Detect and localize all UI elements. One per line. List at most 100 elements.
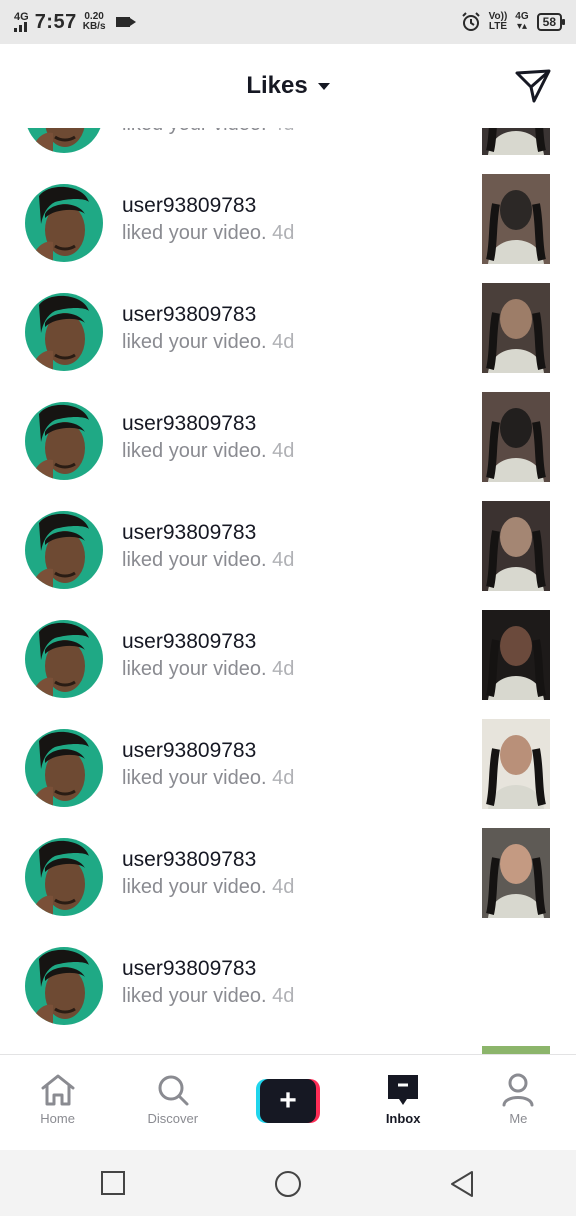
- tab-home-label: Home: [40, 1111, 75, 1126]
- direct-message-icon[interactable]: [514, 68, 552, 104]
- notification-text: liked your video. 4d: [122, 767, 294, 790]
- notification-message: liked your video.: [122, 440, 267, 462]
- battery-level: 58: [542, 15, 556, 29]
- page-title: Likes: [246, 72, 308, 99]
- video-camera-icon: [115, 17, 136, 27]
- video-thumbnail[interactable]: [482, 174, 550, 264]
- tab-create[interactable]: +: [230, 1055, 345, 1150]
- username[interactable]: user93809783: [122, 412, 256, 436]
- notification-message: liked your video.: [122, 222, 267, 244]
- avatar[interactable]: [25, 620, 103, 698]
- notification-row[interactable]: [0, 1046, 576, 1054]
- notification-message: liked your video.: [122, 331, 267, 353]
- notification-text: liked your video. 4d: [122, 658, 294, 681]
- inbox-icon: [388, 1075, 419, 1105]
- tab-me-label: Me: [509, 1111, 528, 1126]
- timestamp: 4d: [272, 222, 295, 244]
- notification-list[interactable]: user93809783 liked your video. 4d user93…: [0, 128, 576, 1054]
- tab-inbox[interactable]: Inbox: [346, 1055, 461, 1150]
- notification-row[interactable]: user93809783 liked your video. 4d: [0, 174, 576, 283]
- bottom-tab-bar: Home Discover + Inbox Me: [0, 1054, 576, 1150]
- notification-message: liked your video.: [122, 658, 267, 680]
- username[interactable]: user93809783: [122, 848, 256, 872]
- timestamp: 4d: [272, 876, 295, 898]
- notification-row[interactable]: user93809783 liked your video. 4d: [0, 937, 576, 1046]
- tab-discover-label: Discover: [147, 1111, 199, 1126]
- avatar[interactable]: [25, 511, 103, 589]
- plus-icon: +: [259, 1079, 316, 1123]
- notification-text: liked your video. 4d: [122, 128, 294, 136]
- create-button[interactable]: +: [255, 1079, 320, 1123]
- network-speed: 0.20 KB/s: [83, 12, 106, 32]
- timestamp: 4d: [272, 985, 295, 1007]
- inbox-header: Likes: [0, 44, 576, 128]
- clock: 7:57: [34, 10, 77, 33]
- back-icon[interactable]: [448, 1170, 476, 1198]
- avatar[interactable]: [25, 838, 103, 916]
- notification-row[interactable]: user93809783 liked your video. 4d: [0, 283, 576, 392]
- status-bar: 4G 7:57 0.20 KB/s Vo)) LTE 4G ▾▴ 58: [0, 0, 576, 44]
- notification-text: liked your video. 4d: [122, 440, 294, 463]
- alarm-icon: [461, 12, 480, 31]
- video-thumbnail[interactable]: [482, 501, 550, 591]
- activity-filter-dropdown[interactable]: Likes: [246, 72, 330, 100]
- network-type: 4G: [14, 11, 29, 23]
- system-nav-bar: [0, 1150, 576, 1216]
- notification-text: liked your video. 4d: [122, 876, 294, 899]
- notification-text: liked your video. 4d: [122, 331, 294, 354]
- avatar[interactable]: [25, 184, 103, 262]
- network-indicator: 4G: [14, 12, 29, 32]
- video-thumbnail[interactable]: [482, 128, 550, 155]
- notification-text: liked your video. 4d: [122, 222, 294, 245]
- notification-message: liked your video.: [122, 767, 267, 789]
- tab-inbox-label: Inbox: [385, 1111, 421, 1126]
- notification-row[interactable]: user93809783 liked your video. 4d: [0, 719, 576, 828]
- volte-bottom: LTE: [488, 21, 508, 32]
- timestamp: 4d: [272, 549, 295, 571]
- timestamp: 4d: [272, 331, 295, 353]
- video-thumbnail[interactable]: [482, 719, 550, 809]
- battery-indicator: 58: [536, 13, 566, 31]
- video-thumbnail[interactable]: [482, 392, 550, 482]
- video-thumbnail[interactable]: [482, 283, 550, 373]
- timestamp: 4d: [272, 440, 295, 462]
- avatar[interactable]: [25, 402, 103, 480]
- video-thumbnail[interactable]: [482, 1046, 550, 1054]
- notification-message: liked your video.: [122, 876, 267, 898]
- person-icon: [502, 1073, 534, 1107]
- avatar[interactable]: [25, 729, 103, 807]
- tab-me[interactable]: Me: [461, 1055, 576, 1150]
- username[interactable]: user93809783: [122, 303, 256, 327]
- notification-row[interactable]: user93809783 liked your video. 4d: [0, 828, 576, 937]
- avatar[interactable]: [25, 128, 103, 153]
- notification-row[interactable]: user93809783 liked your video. 4d: [0, 392, 576, 501]
- avatar[interactable]: [25, 293, 103, 371]
- search-icon: [158, 1075, 189, 1106]
- home-circle-icon[interactable]: [274, 1170, 302, 1198]
- timestamp: 4d: [272, 658, 295, 680]
- recents-icon[interactable]: [100, 1170, 126, 1196]
- notification-row[interactable]: user93809783 liked your video. 4d: [0, 501, 576, 610]
- video-thumbnail[interactable]: [482, 610, 550, 700]
- tab-home[interactable]: Home: [0, 1055, 115, 1150]
- username[interactable]: user93809783: [122, 739, 256, 763]
- video-thumbnail[interactable]: [482, 828, 550, 918]
- notification-row[interactable]: user93809783 liked your video. 4d: [0, 128, 576, 174]
- home-icon: [41, 1074, 75, 1106]
- notification-row[interactable]: user93809783 liked your video. 4d: [0, 610, 576, 719]
- username[interactable]: user93809783: [122, 630, 256, 654]
- username[interactable]: user93809783: [122, 957, 256, 981]
- notification-message: liked your video.: [122, 128, 267, 135]
- notification-message: liked your video.: [122, 985, 267, 1007]
- timestamp: 4d: [272, 128, 294, 135]
- notification-text: liked your video. 4d: [122, 549, 294, 572]
- data-arrows-icon: ▾▴: [516, 21, 527, 32]
- avatar[interactable]: [25, 947, 103, 1025]
- notification-text: liked your video. 4d: [122, 985, 294, 1008]
- secondary-network: 4G ▾▴: [515, 12, 528, 32]
- volte-indicator: Vo)) LTE: [489, 12, 508, 32]
- tab-discover[interactable]: Discover: [115, 1055, 230, 1150]
- username[interactable]: user93809783: [122, 194, 256, 218]
- username[interactable]: user93809783: [122, 521, 256, 545]
- signal-icon: [14, 22, 27, 32]
